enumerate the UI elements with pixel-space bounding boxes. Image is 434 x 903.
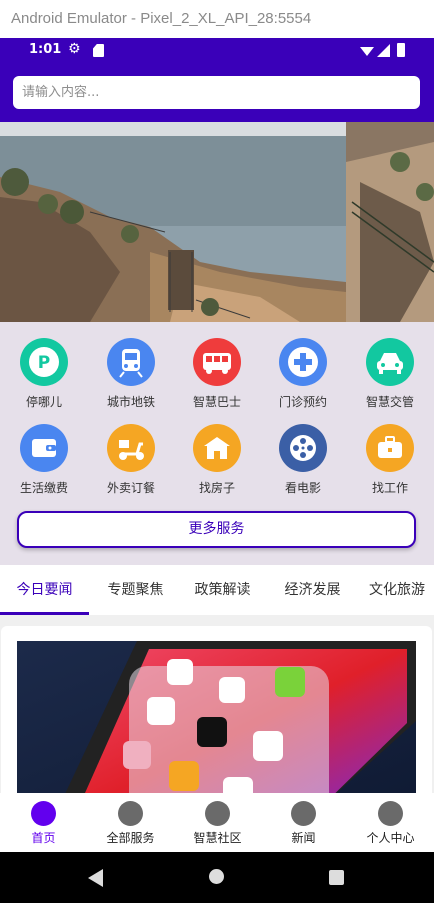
tab-today-news[interactable]: 今日要闻: [0, 565, 89, 615]
service-item-food[interactable]: 外卖订餐: [91, 424, 171, 496]
car-icon: [366, 338, 414, 386]
tab-policy[interactable]: 政策解读: [179, 565, 266, 615]
service-item-subway[interactable]: 城市地铁: [91, 338, 171, 410]
service-label: 门诊预约: [278, 395, 327, 409]
scooter-icon: [107, 424, 155, 472]
nav-label: 个人中心: [366, 831, 415, 845]
news-icon: [291, 801, 316, 826]
status-bar: 1:01 ⚙: [0, 38, 434, 64]
system-navigation-bar: [0, 852, 434, 903]
service-item-jobs[interactable]: 找工作: [350, 424, 430, 496]
status-time: 1:01: [29, 42, 62, 57]
nav-profile[interactable]: 个人中心: [347, 793, 434, 852]
service-item-bus[interactable]: 智慧巴士: [177, 338, 257, 410]
services-grid: P 停哪儿 城市地铁 智慧巴士 门诊预约 智慧交管 生活缴费 外卖订餐 找房子 …: [0, 322, 434, 565]
nav-news[interactable]: 新闻: [260, 793, 347, 852]
tab-economy[interactable]: 经济发展: [269, 565, 356, 615]
banner-carousel[interactable]: [0, 122, 434, 322]
banner-coast-image: [0, 122, 434, 322]
service-label: 生活缴费: [19, 481, 68, 495]
home-circle-icon[interactable]: [209, 869, 224, 884]
news-feed[interactable]: [0, 615, 434, 793]
wifi-icon: [360, 47, 374, 56]
service-label: 找房子: [198, 481, 235, 495]
sd-card-icon: [93, 44, 104, 57]
svg-text:P: P: [38, 353, 50, 373]
battery-icon: [397, 43, 405, 57]
service-label: 找工作: [371, 481, 408, 495]
service-label: 城市地铁: [106, 395, 155, 409]
news-tab-bar: 今日要闻 专题聚焦 政策解读 经济发展 文化旅游: [0, 565, 434, 615]
nav-label: 新闻: [291, 831, 316, 845]
nav-label: 智慧社区: [193, 831, 242, 845]
house-icon: [193, 424, 241, 472]
news-card[interactable]: [1, 626, 432, 793]
wallet-icon: [20, 424, 68, 472]
service-item-bills[interactable]: 生活缴费: [4, 424, 84, 496]
cell-signal-icon: [377, 44, 390, 57]
service-label: 智慧巴士: [192, 395, 241, 409]
nav-label: 首页: [31, 831, 56, 845]
briefcase-icon: [366, 424, 414, 472]
service-label: 智慧交管: [365, 395, 414, 409]
service-label: 看电影: [284, 481, 321, 495]
service-item-parking[interactable]: P 停哪儿: [4, 338, 84, 410]
tab-special-topics[interactable]: 专题聚焦: [92, 565, 179, 615]
profile-icon: [378, 801, 403, 826]
nav-all-services[interactable]: 全部服务: [87, 793, 174, 852]
medical-cross-icon: [279, 338, 327, 386]
settings-gear-icon: ⚙: [68, 41, 81, 57]
service-item-movie[interactable]: 看电影: [263, 424, 343, 496]
tab-culture-tourism[interactable]: 文化旅游: [358, 565, 434, 615]
service-label: 外卖订餐: [106, 481, 155, 495]
back-icon[interactable]: [88, 869, 103, 887]
film-reel-icon: [279, 424, 327, 472]
nav-home[interactable]: 首页: [0, 793, 87, 852]
nav-community[interactable]: 智慧社区: [174, 793, 261, 852]
service-item-traffic[interactable]: 智慧交管: [350, 338, 430, 410]
subway-icon: [107, 338, 155, 386]
service-item-clinic[interactable]: 门诊预约: [263, 338, 343, 410]
parking-icon: P: [20, 338, 68, 386]
window-title: Android Emulator - Pixel_2_XL_API_28:555…: [0, 0, 434, 38]
nav-label: 全部服务: [106, 831, 155, 845]
bus-icon: [193, 338, 241, 386]
more-services-button[interactable]: 更多服务: [17, 511, 416, 548]
bottom-navigation: 首页 全部服务 智慧社区 新闻 个人中心: [0, 793, 434, 852]
service-item-house[interactable]: 找房子: [177, 424, 257, 496]
service-label: 停哪儿: [25, 395, 62, 409]
home-icon: [31, 801, 56, 826]
services-icon: [118, 801, 143, 826]
search-input[interactable]: [13, 76, 420, 109]
app-header: [0, 64, 434, 122]
community-icon: [205, 801, 230, 826]
recent-apps-icon[interactable]: [329, 870, 344, 885]
news-image: [17, 641, 416, 793]
